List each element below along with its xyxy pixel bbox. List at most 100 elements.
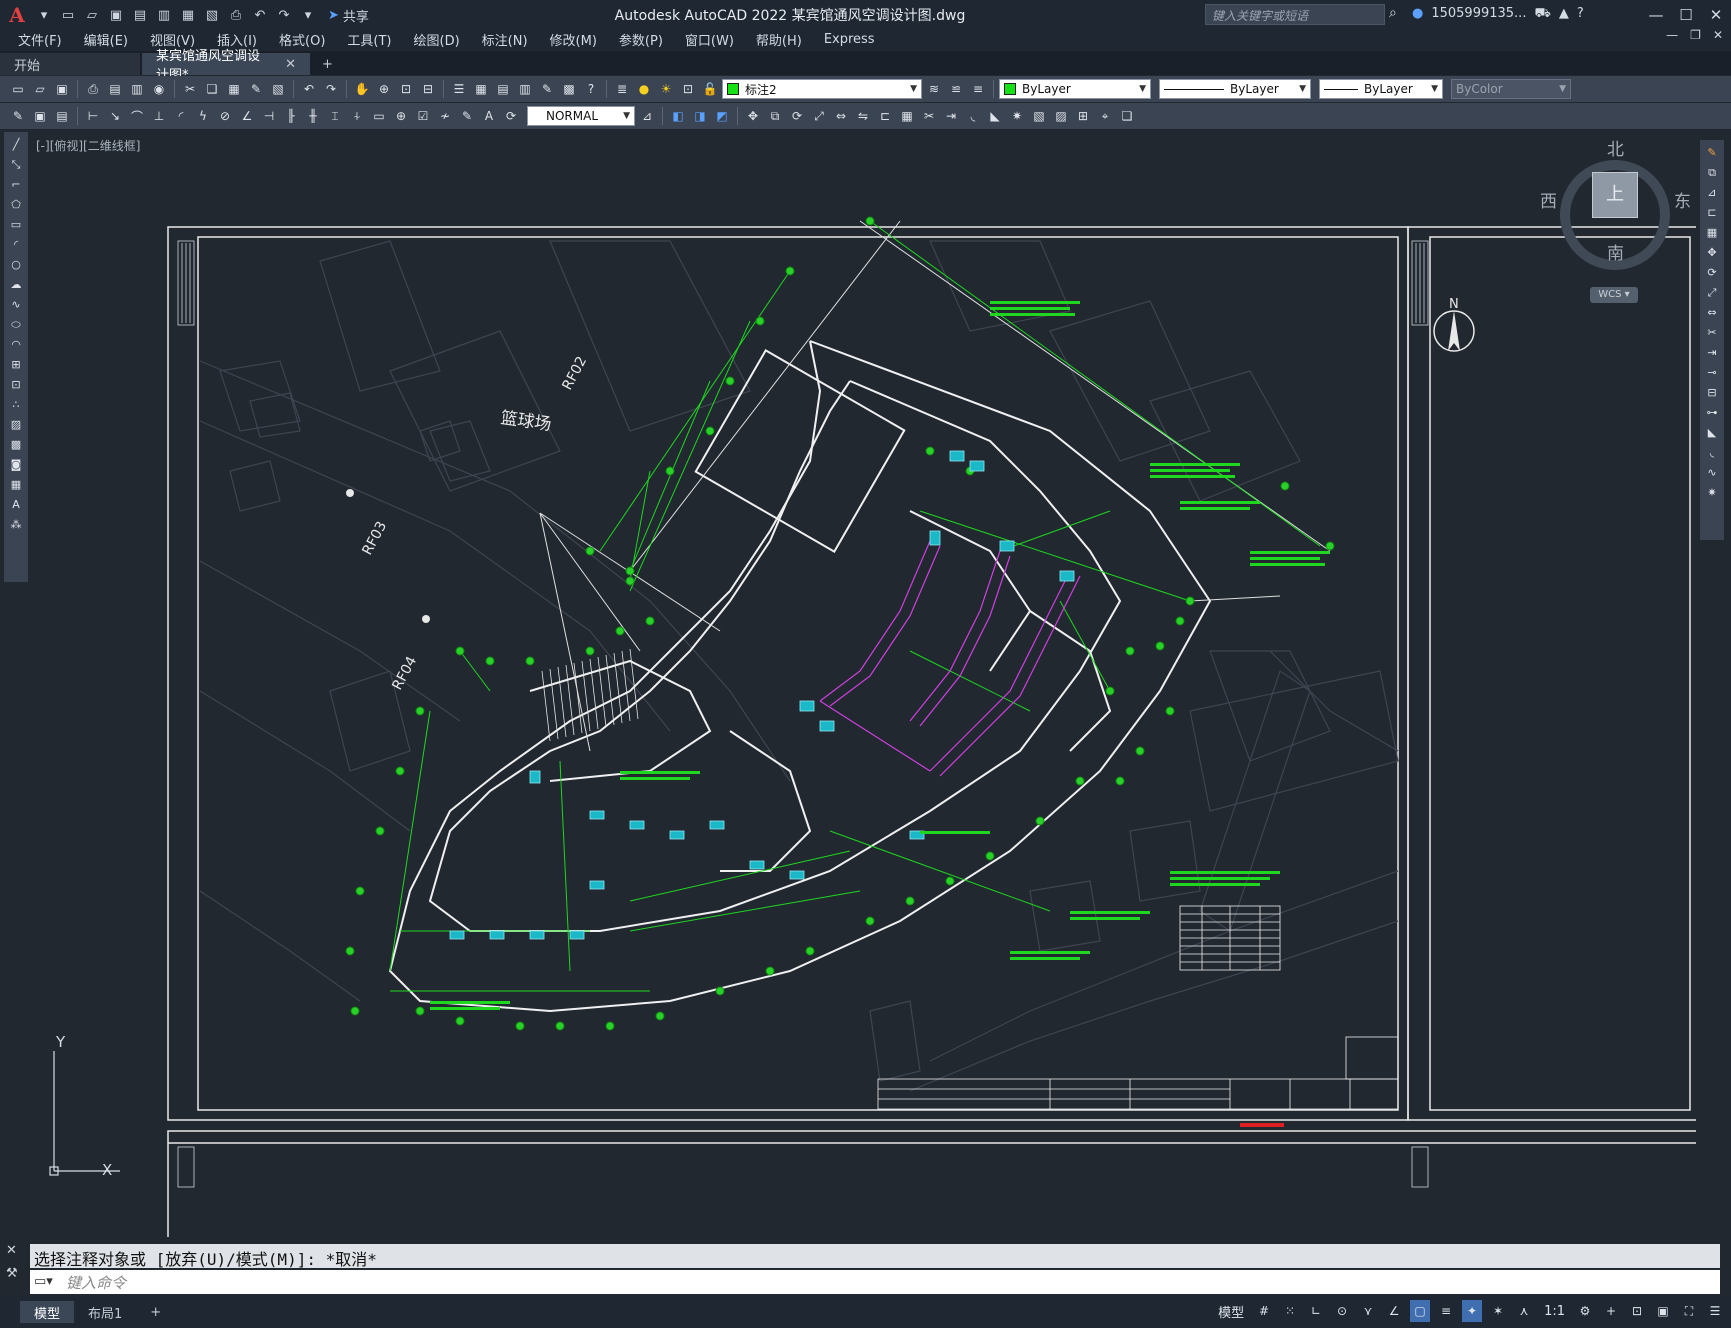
calculator-icon[interactable]: ▩ — [559, 79, 579, 99]
arc-icon[interactable]: ◜ — [7, 236, 25, 253]
spline-icon[interactable]: ∿ — [7, 296, 25, 313]
explode-icon[interactable]: ✷ — [1007, 106, 1027, 126]
redo-icon[interactable]: ↷ — [321, 79, 341, 99]
zoom-previous-icon[interactable]: ⊟ — [418, 79, 438, 99]
linear-dim-icon[interactable]: ⊢ — [83, 106, 103, 126]
customize-icon[interactable]: ▾ — [298, 5, 318, 25]
user-area[interactable]: ● 1505999135... ⛟ ▲ ? — [1412, 6, 1584, 23]
design-center-icon[interactable]: ▦ — [471, 79, 491, 99]
xref-icon[interactable]: ⊞ — [1073, 106, 1093, 126]
new-file-icon[interactable]: ▭ — [58, 5, 78, 25]
array-icon[interactable]: ▦ — [1703, 224, 1721, 241]
sheet-set-icon[interactable]: ▥ — [515, 79, 535, 99]
erase-icon[interactable]: ✎ — [1703, 144, 1721, 161]
undo-icon[interactable]: ↶ — [299, 79, 319, 99]
dim-text-edit-icon[interactable]: A — [479, 106, 499, 126]
dim-space-icon[interactable]: ⌶ — [325, 106, 345, 126]
dimstyle-manager-icon[interactable]: ⊿ — [637, 106, 657, 126]
fillet-icon[interactable]: ◟ — [1703, 444, 1721, 461]
plot-icon[interactable]: ⎙ — [83, 79, 103, 99]
save-icon[interactable]: ▣ — [52, 79, 72, 99]
3d-print-icon[interactable]: ◉ — [149, 79, 169, 99]
arc-length-icon[interactable]: ⌒ — [127, 106, 147, 126]
copy-object-icon[interactable]: ⧉ — [765, 106, 785, 126]
export-icon[interactable]: ▧ — [202, 5, 222, 25]
close-icon[interactable]: ✕ — [1701, 0, 1731, 30]
trim-icon[interactable]: ✂ — [1703, 324, 1721, 341]
draworder-above-icon[interactable]: ◩ — [712, 106, 732, 126]
baseline-dim-icon[interactable]: ╟ — [281, 106, 301, 126]
fillet-icon[interactable]: ◟ — [963, 106, 983, 126]
markup-icon[interactable]: ✎ — [537, 79, 557, 99]
plot-preview-icon[interactable]: ▤ — [105, 79, 125, 99]
add-layout-button[interactable]: + — [136, 1301, 175, 1323]
zoom-window-icon[interactable]: ⊡ — [396, 79, 416, 99]
cart-icon[interactable]: ⛟ — [1534, 6, 1550, 23]
move-icon[interactable]: ✥ — [1703, 244, 1721, 261]
menu-window[interactable]: 窗口(W) — [685, 30, 734, 49]
trim-icon[interactable]: ✂ — [919, 106, 939, 126]
continue-dim-icon[interactable]: ╫ — [303, 106, 323, 126]
stretch-icon[interactable]: ⇔ — [831, 106, 851, 126]
annotation-scale-icon[interactable]: ⋏ — [1514, 1300, 1534, 1322]
layer-on-icon[interactable]: ● — [634, 79, 654, 99]
redo-icon[interactable]: ↷ — [274, 5, 294, 25]
minimize-icon[interactable]: — — [1641, 0, 1671, 30]
save-icon[interactable]: ▣ — [106, 5, 126, 25]
search-icon[interactable]: ⌕ — [1389, 5, 1397, 21]
stretch-icon[interactable]: ⇔ — [1703, 304, 1721, 321]
dim-update-icon[interactable]: ⟳ — [501, 106, 521, 126]
plot-icon[interactable]: ⎙ — [226, 5, 246, 25]
graphics-performance-icon[interactable]: ▣ — [1653, 1300, 1673, 1322]
scale-icon[interactable]: ⤢ — [809, 106, 829, 126]
mirror-icon[interactable]: ⊿ — [1703, 184, 1721, 201]
circle-icon[interactable]: ○ — [7, 256, 25, 273]
dim-edit-icon[interactable]: ✎ — [457, 106, 477, 126]
zoom-realtime-icon[interactable]: ⊕ — [374, 79, 394, 99]
scale-value[interactable]: 1:1 — [1540, 1304, 1569, 1319]
layer-select[interactable]: 标注2 ▼ — [722, 79, 922, 99]
point-icon[interactable]: ∴ — [7, 396, 25, 413]
color-select[interactable]: ByLayer ▼ — [999, 79, 1151, 99]
open-icon[interactable]: ▱ — [30, 79, 50, 99]
jogged-linear-icon[interactable]: ≁ — [435, 106, 455, 126]
dimstyle-select[interactable]: NORMAL ▼ — [527, 106, 635, 126]
autocad-logo[interactable]: A — [0, 0, 34, 30]
copy-icon[interactable]: ⧉ — [1703, 164, 1721, 181]
draworder-back-icon[interactable]: ◨ — [690, 106, 710, 126]
object-snap-tracking-icon[interactable]: ∠ — [1384, 1300, 1404, 1322]
break-icon[interactable]: ⊟ — [1703, 384, 1721, 401]
explode-icon[interactable]: ✷ — [1703, 484, 1721, 501]
tool-palettes-icon[interactable]: ▤ — [493, 79, 513, 99]
viewcube-east[interactable]: 东 — [1674, 187, 1691, 212]
menu-edit[interactable]: 编辑(E) — [84, 30, 128, 49]
undo-icon[interactable]: ↶ — [250, 5, 270, 25]
polyline-icon[interactable]: ⌐ — [7, 176, 25, 193]
extend-icon[interactable]: ⇥ — [1703, 344, 1721, 361]
break-at-point-icon[interactable]: ⊸ — [1703, 364, 1721, 381]
new-tab-button[interactable]: + — [312, 53, 343, 75]
quick-dim-icon[interactable]: ⊣ — [259, 106, 279, 126]
wcs-menu-button[interactable]: WCS ▾ — [1590, 287, 1638, 303]
menu-format[interactable]: 格式(O) — [279, 30, 325, 49]
menu-parametric[interactable]: 参数(P) — [619, 30, 663, 49]
rectangle-icon[interactable]: ▭ — [7, 216, 25, 233]
annotation-visibility-icon[interactable]: ✦ — [1462, 1300, 1483, 1322]
gradient-icon[interactable]: ▩ — [7, 436, 25, 453]
menu-tools[interactable]: 工具(T) — [347, 30, 391, 49]
hatch-icon[interactable]: ▨ — [7, 416, 25, 433]
menu-file[interactable]: 文件(F) — [18, 30, 62, 49]
menu-help[interactable]: 帮助(H) — [756, 30, 802, 49]
doc-minimize-icon[interactable]: — — [1666, 28, 1678, 42]
tab-model[interactable]: 模型 — [20, 1301, 75, 1323]
command-input[interactable]: 键入命令 — [30, 1270, 1720, 1294]
draworder-front-icon[interactable]: ◧ — [668, 106, 688, 126]
close-icon[interactable]: ✕ — [6, 1243, 18, 1258]
isolate-objects-icon[interactable]: ⊡ — [1627, 1300, 1647, 1322]
maximize-icon[interactable]: ☐ — [1671, 0, 1701, 30]
viewcube-north[interactable]: 北 — [1607, 135, 1624, 160]
tab-start[interactable]: 开始 — [0, 53, 140, 75]
region-icon[interactable]: ◙ — [7, 456, 25, 473]
layer-lock-icon[interactable]: 🔓 — [700, 79, 720, 99]
customize-menu-icon[interactable]: ☰ — [1705, 1300, 1725, 1322]
